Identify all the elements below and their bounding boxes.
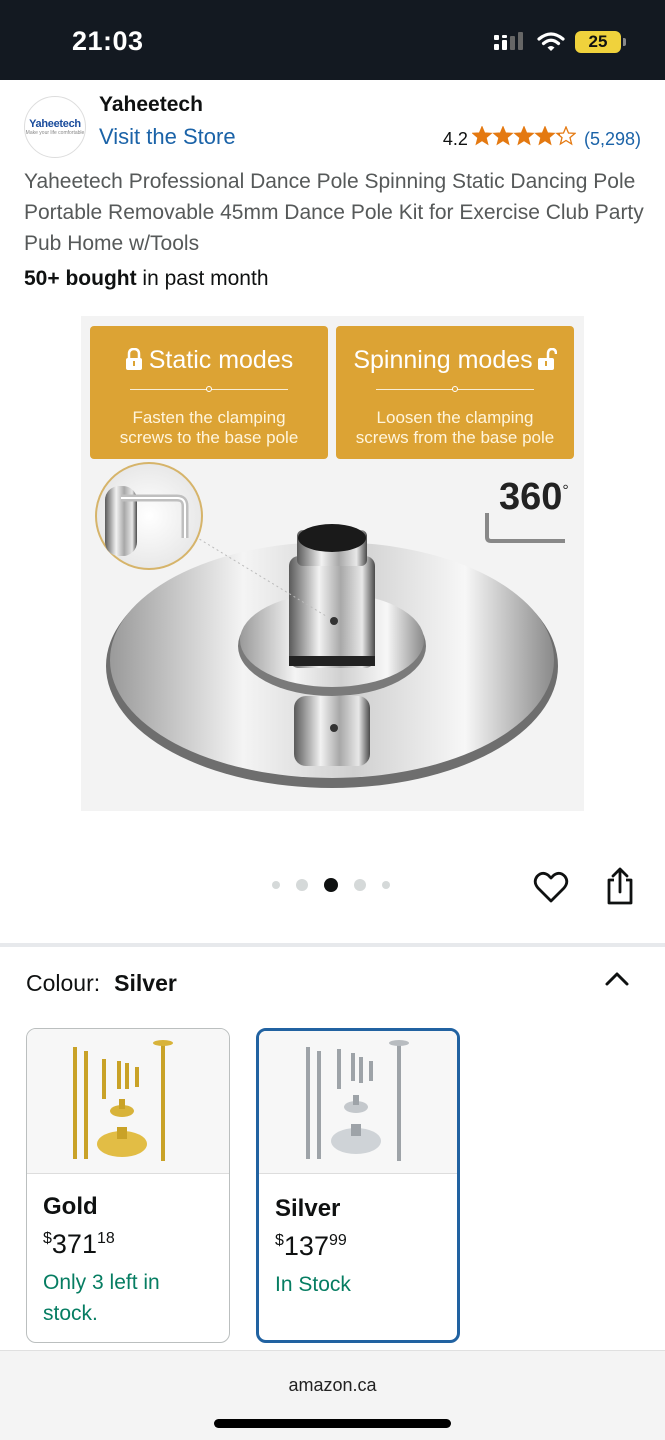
section-divider [0, 943, 665, 947]
silver-product-thumbnail [259, 1031, 457, 1174]
carousel-dot[interactable] [324, 878, 338, 892]
brand-logo-tagline: Make your life comfortable [25, 130, 85, 136]
battery-icon: 25 [575, 31, 626, 53]
gold-name: Gold [43, 1193, 98, 1220]
gold-price: $37118 [43, 1229, 115, 1260]
visit-store-link[interactable]: Visit the Store [99, 124, 236, 150]
bought-in-past-month: 50+ bought in past month [24, 267, 269, 291]
gold-product-thumbnail [27, 1029, 229, 1174]
star-icon [492, 125, 514, 146]
status-icons: 25 [493, 31, 626, 53]
product-title: Yaheetech Professional Dance Pole Spinni… [24, 170, 644, 255]
rating-value: 4.2 [442, 128, 468, 149]
status-bar: 21:03 25 [0, 0, 665, 80]
colour-selected: Silver [114, 970, 177, 996]
silver-pole-kit-image [306, 1040, 409, 1161]
browser-bottom-bar: amazon.ca [0, 1350, 665, 1440]
bought-suffix: in past month [136, 267, 269, 290]
brand-logo-text: Yaheetech [29, 118, 81, 130]
carousel-indicator [272, 878, 390, 892]
cellular-signal-icon [494, 32, 523, 50]
price-whole: 371 [51, 1229, 97, 1259]
colour-option-silver[interactable]: Silver $13799 In Stock [256, 1028, 460, 1343]
share-icon[interactable] [603, 866, 637, 906]
status-time: 21:03 [72, 26, 144, 56]
carousel-dot[interactable] [354, 879, 366, 891]
wifi-icon [537, 32, 565, 51]
silver-price: $13799 [275, 1231, 347, 1262]
gold-pole-kit-image [73, 1040, 173, 1161]
rating-count-link[interactable]: (5,298) [584, 129, 641, 150]
star-icon [513, 125, 535, 146]
brand-name: Yaheetech [99, 93, 203, 116]
colour-label: Colour: [26, 970, 101, 996]
battery-level: 25 [588, 32, 608, 51]
rating-summary[interactable]: 4.2 (5,298) [442, 125, 641, 152]
heart-icon[interactable] [532, 868, 570, 906]
product-image[interactable]: Static modes Fasten the clamping screws … [81, 316, 584, 811]
rating-stars-icon [471, 125, 577, 152]
colour-selector-label: Colour: Silver [26, 970, 177, 997]
star-icon [534, 125, 556, 146]
url-domain[interactable]: amazon.ca [0, 1375, 665, 1396]
carousel-dot[interactable] [296, 879, 308, 891]
price-cents: 18 [96, 1230, 115, 1247]
colour-option-gold[interactable]: Gold $37118 Only 3 left in stock. [26, 1028, 230, 1343]
star-icon [555, 125, 577, 146]
price-whole: 137 [283, 1231, 329, 1261]
brand-header: Yaheetech Make your life comfortable Yah… [0, 80, 665, 165]
star-icon [471, 125, 493, 146]
home-indicator[interactable] [214, 1419, 451, 1428]
carousel-dot[interactable] [382, 881, 390, 889]
silver-stock-status: In Stock [275, 1273, 351, 1296]
chevron-up-icon[interactable] [603, 965, 631, 993]
price-cents: 99 [328, 1232, 347, 1249]
price-currency: $ [275, 1232, 284, 1249]
brand-logo[interactable]: Yaheetech Make your life comfortable [24, 96, 86, 158]
base-plate-illustration [95, 462, 558, 788]
gold-stock-status: Only 3 left in stock. [43, 1271, 160, 1325]
price-currency: $ [43, 1230, 52, 1247]
carousel-dot[interactable] [272, 881, 280, 889]
bought-count: 50+ bought [24, 267, 137, 290]
silver-name: Silver [275, 1195, 341, 1222]
